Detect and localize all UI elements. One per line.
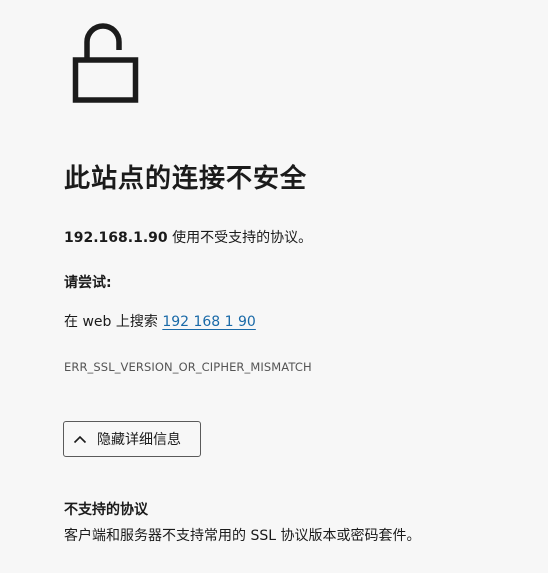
error-message: 使用不受支持的协议。 xyxy=(167,230,313,246)
error-code: ERR_SSL_VERSION_OR_CIPHER_MISMATCH xyxy=(64,360,312,374)
hide-details-label: 隐藏详细信息 xyxy=(97,432,181,448)
lock-open-icon xyxy=(72,23,139,103)
error-description: 192.168.1.90 使用不受支持的协议。 xyxy=(64,227,312,247)
details-title: 不支持的协议 xyxy=(64,502,148,518)
error-page: 此站点的连接不安全 192.168.1.90 使用不受支持的协议。 请尝试: 在… xyxy=(0,0,548,573)
hide-details-button[interactable]: 隐藏详细信息 xyxy=(63,421,201,457)
search-web-link[interactable]: 192 168 1 90 xyxy=(162,314,256,330)
search-prefix: 在 web 上搜索 xyxy=(64,314,163,330)
host-address: 192.168.1.90 xyxy=(64,230,168,246)
page-title: 此站点的连接不安全 xyxy=(64,164,308,194)
suggestions-label: 请尝试: xyxy=(64,275,112,291)
chevron-up-icon xyxy=(73,435,87,444)
search-suggestion: 在 web 上搜索 192 168 1 90 xyxy=(64,311,256,331)
details-body: 客户端和服务器不支持常用的 SSL 协议版本或密码套件。 xyxy=(64,528,421,544)
